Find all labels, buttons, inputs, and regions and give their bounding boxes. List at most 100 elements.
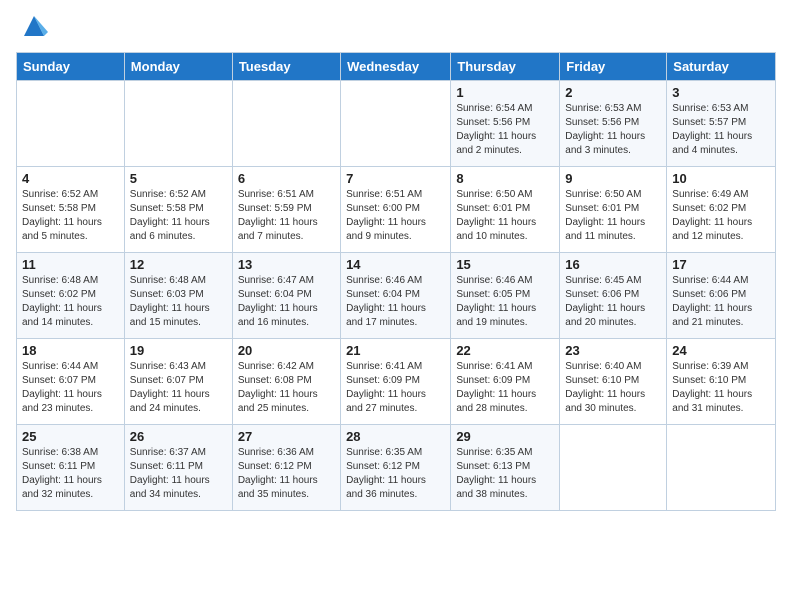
calendar-week-row: 11 Sunrise: 6:48 AM Sunset: 6:02 PM Dayli… xyxy=(17,253,776,339)
day-number: 10 xyxy=(672,171,770,186)
day-info: Sunrise: 6:41 AM Sunset: 6:09 PM Dayligh… xyxy=(456,360,554,416)
calendar-cell: 15Sunrise: 6:46 AM Sunset: 6:05 PM Dayli… xyxy=(451,253,560,339)
day-info: Sunrise: 6:44 AM Sunset: 6:06 PM Dayligh… xyxy=(672,274,770,330)
day-number: 13 xyxy=(238,257,335,272)
calendar-cell: 9 Sunrise: 6:50 AM Sunset: 6:01 PM Daylig… xyxy=(560,167,667,253)
day-of-week-wednesday: Wednesday xyxy=(341,53,451,81)
day-info: Sunrise: 6:43 AM Sunset: 6:07 PM Dayligh… xyxy=(130,360,227,416)
day-info: Sunrise: 6:35 AM Sunset: 6:12 PM Dayligh… xyxy=(346,446,445,502)
day-number: 3 xyxy=(672,85,770,100)
day-number: 18 xyxy=(22,343,119,358)
day-info: Sunrise: 6:35 AM Sunset: 6:13 PM Dayligh… xyxy=(456,446,554,502)
calendar-header-row: SundayMondayTuesdayWednesdayThursdayFrid… xyxy=(17,53,776,81)
day-info: Sunrise: 6:37 AM Sunset: 6:11 PM Dayligh… xyxy=(130,446,227,502)
logo xyxy=(16,16,48,40)
calendar-table: SundayMondayTuesdayWednesdayThursdayFrid… xyxy=(16,52,776,511)
logo-icon xyxy=(20,12,48,40)
day-info: Sunrise: 6:50 AM Sunset: 6:01 PM Dayligh… xyxy=(456,188,554,244)
day-info: Sunrise: 6:46 AM Sunset: 6:04 PM Dayligh… xyxy=(346,274,445,330)
calendar-cell: 19 Sunrise: 6:43 AM Sunset: 6:07 PM Dayli… xyxy=(124,339,232,425)
day-info: Sunrise: 6:40 AM Sunset: 6:10 PM Dayligh… xyxy=(565,360,661,416)
day-of-week-monday: Monday xyxy=(124,53,232,81)
day-number: 14 xyxy=(346,257,445,272)
day-number: 28 xyxy=(346,429,445,444)
calendar-week-row: 25 Sunrise: 6:38 AM Sunset: 6:11 PM Dayli… xyxy=(17,425,776,511)
day-number: 21 xyxy=(346,343,445,358)
calendar-cell: 26 Sunrise: 6:37 AM Sunset: 6:11 PM Dayli… xyxy=(124,425,232,511)
day-number: 16 xyxy=(565,257,661,272)
day-number: 6 xyxy=(238,171,335,186)
calendar-cell: 28 Sunrise: 6:35 AM Sunset: 6:12 PM Dayli… xyxy=(341,425,451,511)
day-info: Sunrise: 6:53 AM Sunset: 5:57 PM Dayligh… xyxy=(672,102,770,158)
day-number: 1 xyxy=(456,85,554,100)
day-number: 7 xyxy=(346,171,445,186)
calendar-cell: 1 Sunrise: 6:54 AM Sunset: 5:56 PM Daylig… xyxy=(451,81,560,167)
calendar-cell: 16 Sunrise: 6:45 AM Sunset: 6:06 PM Dayli… xyxy=(560,253,667,339)
calendar-cell xyxy=(341,81,451,167)
calendar-week-row: 18 Sunrise: 6:44 AM Sunset: 6:07 PM Dayli… xyxy=(17,339,776,425)
day-number: 15 xyxy=(456,257,554,272)
day-info: Sunrise: 6:52 AM Sunset: 5:58 PM Dayligh… xyxy=(22,188,119,244)
page-header xyxy=(16,16,776,40)
calendar-cell: 7 Sunrise: 6:51 AM Sunset: 6:00 PM Daylig… xyxy=(341,167,451,253)
day-info: Sunrise: 6:44 AM Sunset: 6:07 PM Dayligh… xyxy=(22,360,119,416)
calendar-cell: 22 Sunrise: 6:41 AM Sunset: 6:09 PM Dayli… xyxy=(451,339,560,425)
calendar-cell: 2 Sunrise: 6:53 AM Sunset: 5:56 PM Daylig… xyxy=(560,81,667,167)
day-number: 4 xyxy=(22,171,119,186)
day-info: Sunrise: 6:50 AM Sunset: 6:01 PM Dayligh… xyxy=(565,188,661,244)
day-number: 19 xyxy=(130,343,227,358)
day-number: 2 xyxy=(565,85,661,100)
calendar-cell: 23 Sunrise: 6:40 AM Sunset: 6:10 PM Dayli… xyxy=(560,339,667,425)
day-of-week-saturday: Saturday xyxy=(667,53,776,81)
day-of-week-tuesday: Tuesday xyxy=(232,53,340,81)
day-number: 23 xyxy=(565,343,661,358)
day-info: Sunrise: 6:45 AM Sunset: 6:06 PM Dayligh… xyxy=(565,274,661,330)
calendar-week-row: 1 Sunrise: 6:54 AM Sunset: 5:56 PM Daylig… xyxy=(17,81,776,167)
day-info: Sunrise: 6:49 AM Sunset: 6:02 PM Dayligh… xyxy=(672,188,770,244)
calendar-cell: 3 Sunrise: 6:53 AM Sunset: 5:57 PM Daylig… xyxy=(667,81,776,167)
calendar-cell: 5 Sunrise: 6:52 AM Sunset: 5:58 PM Daylig… xyxy=(124,167,232,253)
calendar-week-row: 4 Sunrise: 6:52 AM Sunset: 5:58 PM Daylig… xyxy=(17,167,776,253)
calendar-cell: 27Sunrise: 6:36 AM Sunset: 6:12 PM Dayli… xyxy=(232,425,340,511)
calendar-cell: 29 Sunrise: 6:35 AM Sunset: 6:13 PM Dayli… xyxy=(451,425,560,511)
day-info: Sunrise: 6:53 AM Sunset: 5:56 PM Dayligh… xyxy=(565,102,661,158)
calendar-cell xyxy=(17,81,125,167)
day-number: 9 xyxy=(565,171,661,186)
day-number: 5 xyxy=(130,171,227,186)
day-number: 22 xyxy=(456,343,554,358)
day-info: Sunrise: 6:42 AM Sunset: 6:08 PM Dayligh… xyxy=(238,360,335,416)
calendar-cell xyxy=(232,81,340,167)
day-number: 11 xyxy=(22,257,119,272)
day-number: 12 xyxy=(130,257,227,272)
calendar-cell: 6 Sunrise: 6:51 AM Sunset: 5:59 PM Daylig… xyxy=(232,167,340,253)
day-info: Sunrise: 6:51 AM Sunset: 6:00 PM Dayligh… xyxy=(346,188,445,244)
calendar-cell: 20 Sunrise: 6:42 AM Sunset: 6:08 PM Dayli… xyxy=(232,339,340,425)
calendar-cell: 4 Sunrise: 6:52 AM Sunset: 5:58 PM Daylig… xyxy=(17,167,125,253)
day-number: 25 xyxy=(22,429,119,444)
calendar-cell: 25 Sunrise: 6:38 AM Sunset: 6:11 PM Dayli… xyxy=(17,425,125,511)
calendar-cell: 13 Sunrise: 6:47 AM Sunset: 6:04 PM Dayli… xyxy=(232,253,340,339)
day-number: 8 xyxy=(456,171,554,186)
calendar-cell: 17 Sunrise: 6:44 AM Sunset: 6:06 PM Dayli… xyxy=(667,253,776,339)
day-number: 27 xyxy=(238,429,335,444)
day-of-week-thursday: Thursday xyxy=(451,53,560,81)
day-number: 17 xyxy=(672,257,770,272)
day-info: Sunrise: 6:41 AM Sunset: 6:09 PM Dayligh… xyxy=(346,360,445,416)
calendar-cell: 11 Sunrise: 6:48 AM Sunset: 6:02 PM Dayli… xyxy=(17,253,125,339)
day-number: 26 xyxy=(130,429,227,444)
day-info: Sunrise: 6:52 AM Sunset: 5:58 PM Dayligh… xyxy=(130,188,227,244)
day-number: 24 xyxy=(672,343,770,358)
day-info: Sunrise: 6:39 AM Sunset: 6:10 PM Dayligh… xyxy=(672,360,770,416)
calendar-cell xyxy=(124,81,232,167)
day-info: Sunrise: 6:51 AM Sunset: 5:59 PM Dayligh… xyxy=(238,188,335,244)
day-of-week-sunday: Sunday xyxy=(17,53,125,81)
day-info: Sunrise: 6:47 AM Sunset: 6:04 PM Dayligh… xyxy=(238,274,335,330)
calendar-cell: 14 Sunrise: 6:46 AM Sunset: 6:04 PM Dayli… xyxy=(341,253,451,339)
day-info: Sunrise: 6:54 AM Sunset: 5:56 PM Dayligh… xyxy=(456,102,554,158)
day-of-week-friday: Friday xyxy=(560,53,667,81)
day-info: Sunrise: 6:48 AM Sunset: 6:02 PM Dayligh… xyxy=(22,274,119,330)
day-info: Sunrise: 6:48 AM Sunset: 6:03 PM Dayligh… xyxy=(130,274,227,330)
day-info: Sunrise: 6:38 AM Sunset: 6:11 PM Dayligh… xyxy=(22,446,119,502)
day-number: 29 xyxy=(456,429,554,444)
day-number: 20 xyxy=(238,343,335,358)
